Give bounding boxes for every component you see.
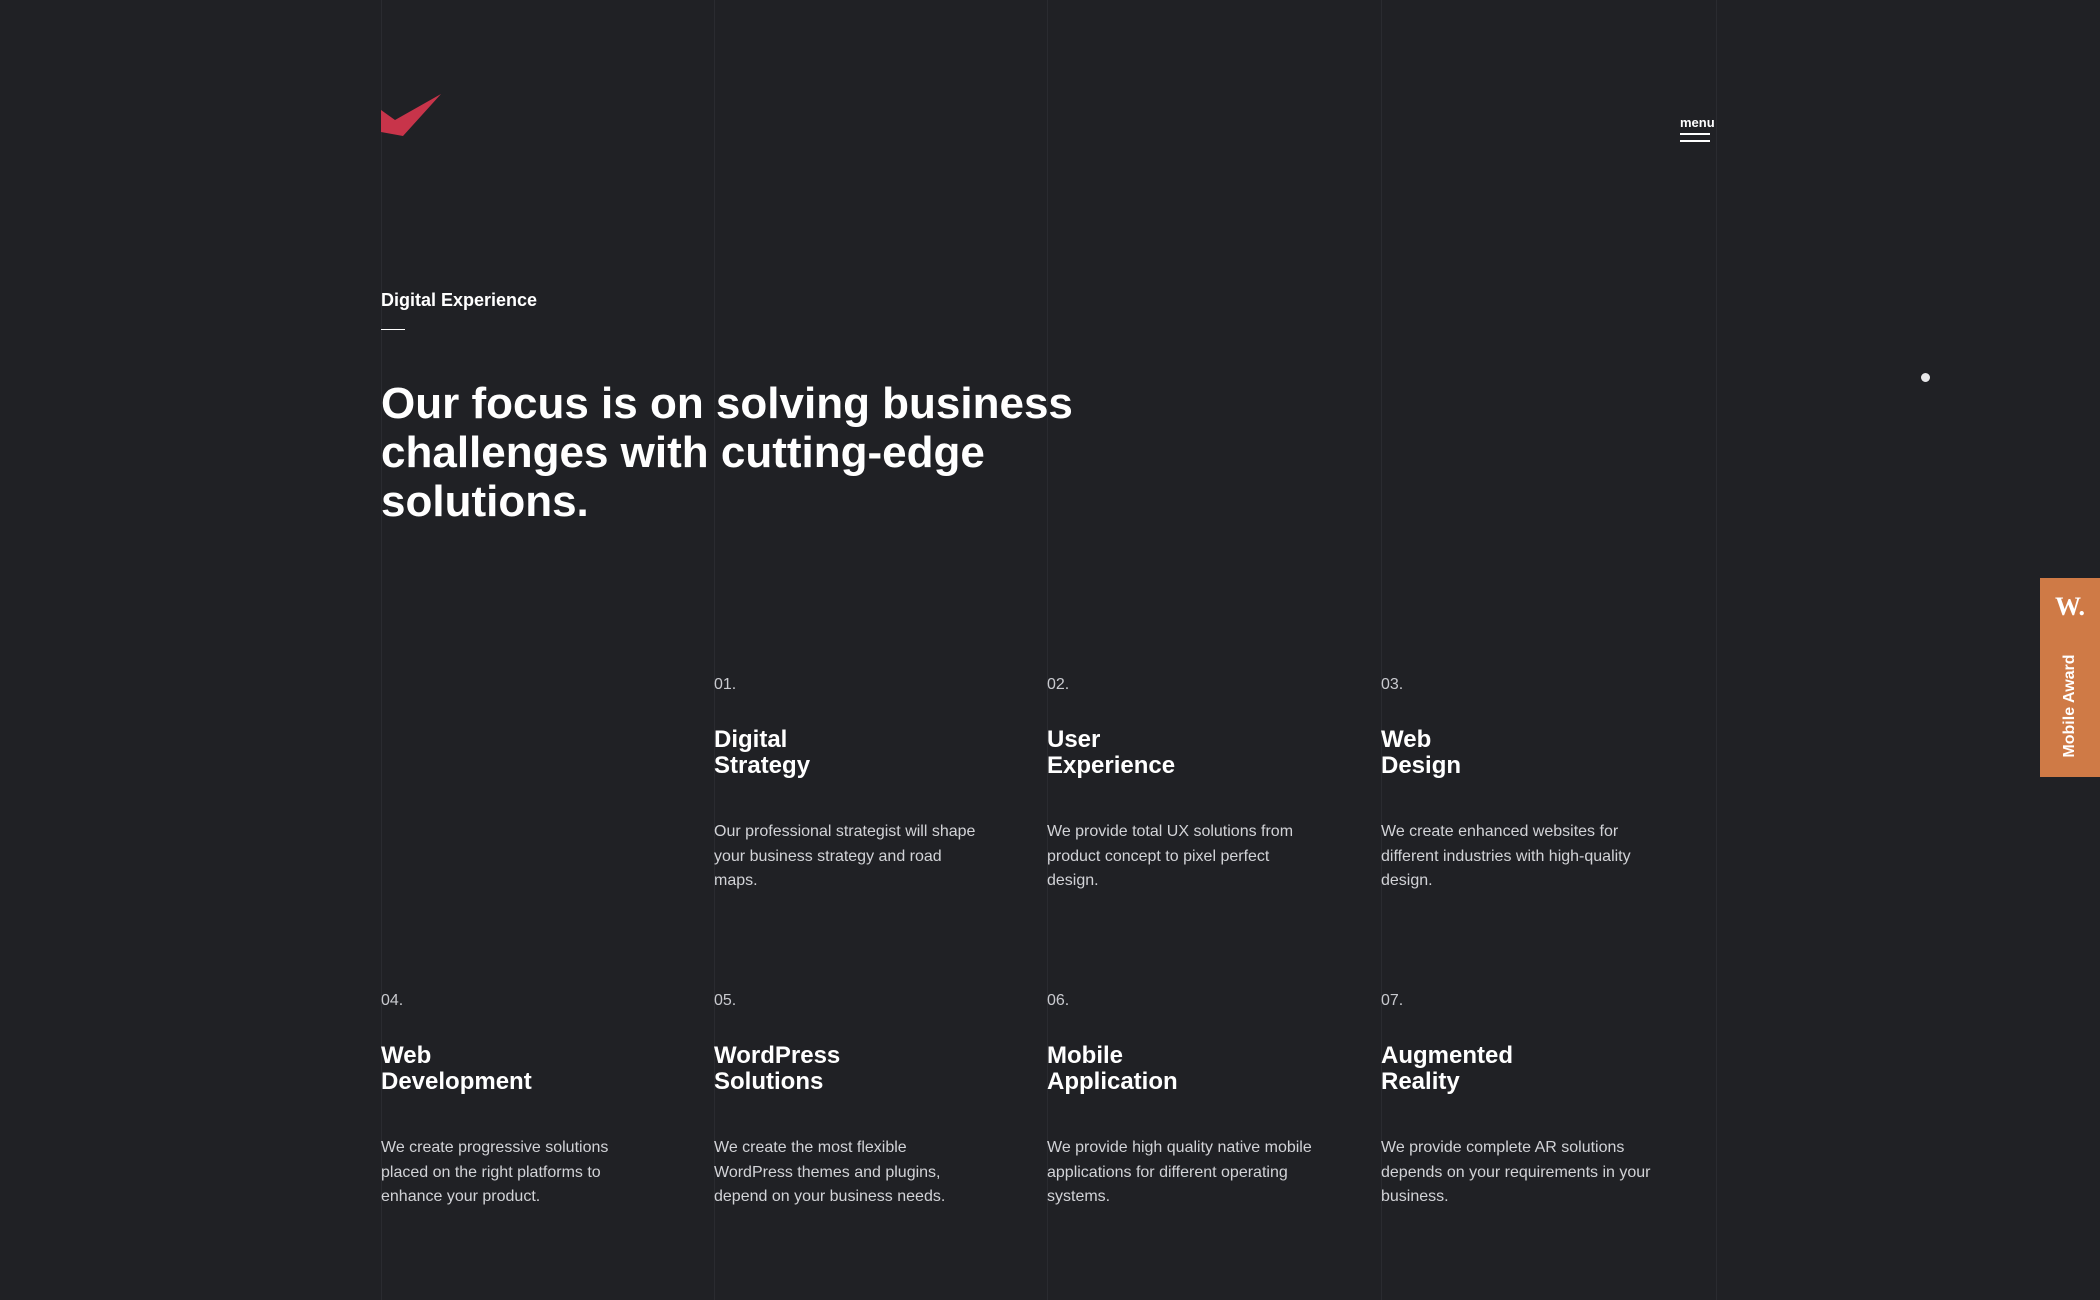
service-title: WordPress Solutions: [714, 1042, 841, 1095]
service-item-wordpress-solutions[interactable]: 05. WordPress Solutions We create the mo…: [714, 991, 1004, 1210]
service-number: 02.: [1047, 676, 1070, 693]
hamburger-icon: [1680, 133, 1710, 135]
service-title: Augmented Reality: [1381, 1042, 1513, 1095]
service-item-user-experience[interactable]: 02. User Experience We provide total UX …: [1047, 675, 1337, 894]
service-item-mobile-application[interactable]: 06. Mobile Application We provide high q…: [1047, 991, 1337, 1210]
checkmark-icon: [381, 94, 441, 136]
service-title: Digital Strategy: [714, 726, 811, 779]
eyebrow-divider: [381, 329, 405, 330]
service-title: Web Development: [381, 1042, 532, 1095]
scroll-indicator-dot[interactable]: [1921, 373, 1930, 382]
service-description: We provide high quality native mobile ap…: [1047, 1139, 1312, 1205]
page-headline: Our focus is on solving business challen…: [381, 379, 1073, 526]
service-title: Web Design: [1381, 726, 1462, 779]
service-item-digital-strategy[interactable]: 01. Digital Strategy Our professional st…: [714, 675, 1004, 894]
menu-label: menu: [1680, 115, 1715, 130]
award-label: Mobile Award: [2061, 654, 2078, 758]
service-description: We create progressive solutions placed o…: [381, 1139, 609, 1205]
service-item-web-development[interactable]: 04. Web Development We create progressiv…: [381, 991, 671, 1210]
page: menu Digital Experience Our focus is on …: [0, 0, 2100, 1300]
service-title: User Experience: [1047, 726, 1176, 779]
service-number: 01.: [714, 676, 737, 693]
service-description: We provide complete AR solutions depends…: [1381, 1139, 1651, 1205]
service-description: We create enhanced websites for differen…: [1381, 823, 1631, 889]
hamburger-icon: [1680, 140, 1710, 142]
menu-button[interactable]: menu: [1680, 115, 1715, 148]
service-item-web-design[interactable]: 03. Web Design We create enhanced websit…: [1381, 675, 1671, 894]
checkmark-logo[interactable]: [381, 94, 441, 138]
service-number: 07.: [1381, 992, 1404, 1009]
mobile-award-badge[interactable]: W. Mobile Award: [2040, 578, 2100, 777]
service-description: Our professional strategist will shape y…: [714, 823, 976, 889]
service-number: 05.: [714, 992, 737, 1009]
service-title: Mobile Application: [1047, 1042, 1178, 1095]
service-item-augmented-reality[interactable]: 07. Augmented Reality We provide complet…: [1381, 991, 1671, 1210]
section-eyebrow: Digital Experience: [381, 290, 538, 310]
service-number: 04.: [381, 992, 404, 1009]
service-description: We provide total UX solutions from produ…: [1047, 823, 1294, 889]
service-description: We create the most flexible WordPress th…: [714, 1139, 946, 1205]
award-logo: W.: [2054, 592, 2086, 621]
grid-line: [1716, 0, 1717, 1300]
service-number: 06.: [1047, 992, 1070, 1009]
service-number: 03.: [1381, 676, 1404, 693]
